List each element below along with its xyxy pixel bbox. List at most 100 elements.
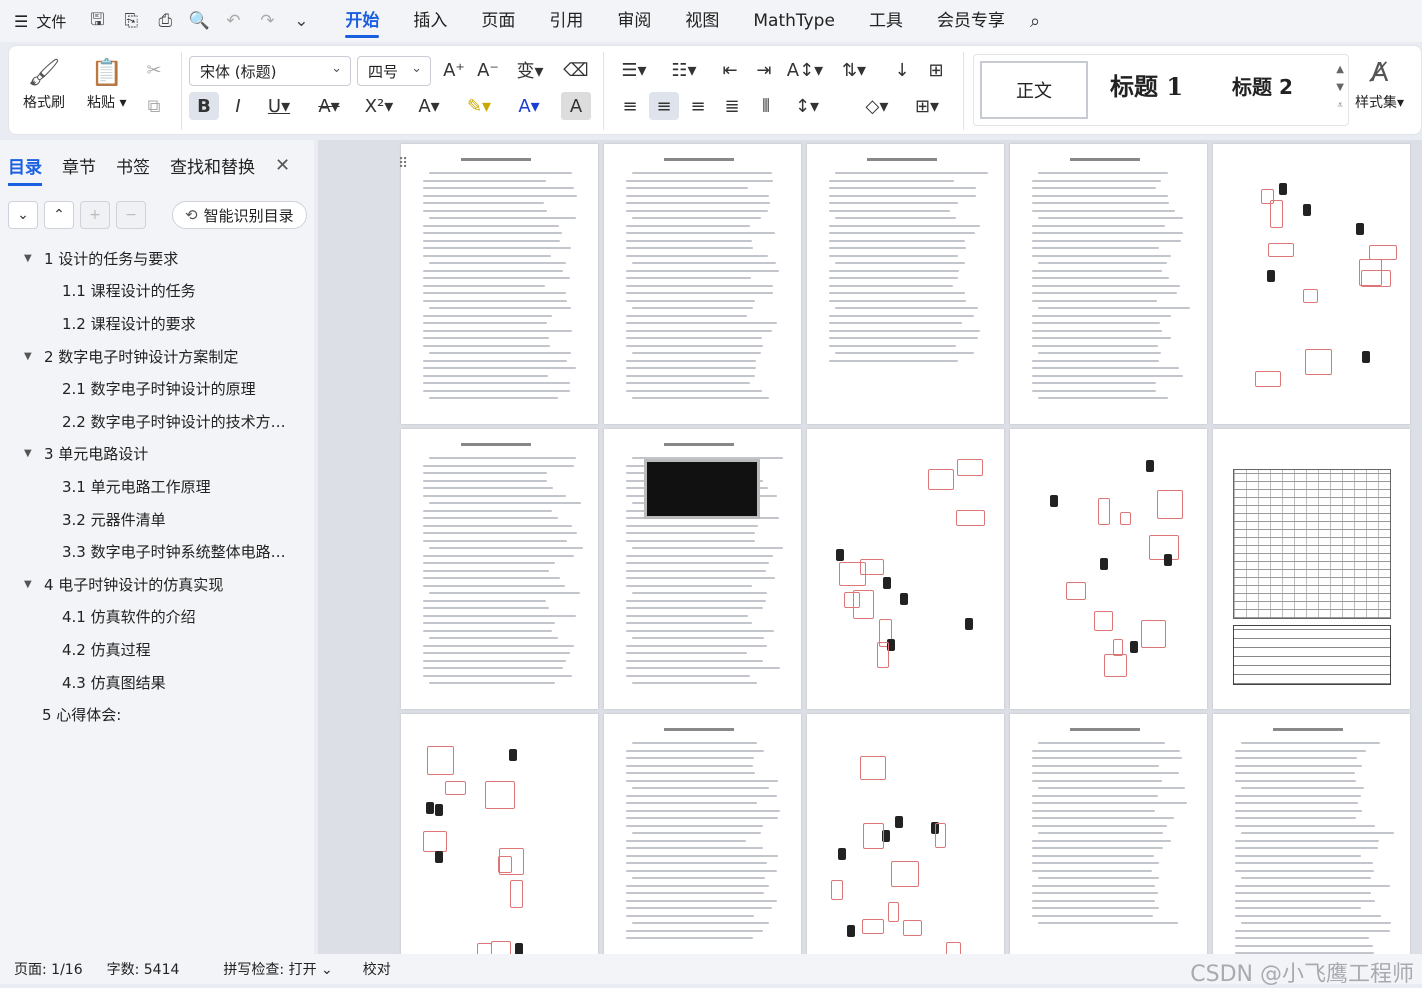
toc-item[interactable]: ▼ 3 单元电路设计 xyxy=(0,438,314,471)
toc-item[interactable]: 1.2 课程设计的要求 xyxy=(0,307,314,340)
font-color-icon[interactable]: A▾ xyxy=(509,92,549,120)
shading-icon[interactable]: ◇▾ xyxy=(857,92,897,120)
style-set-button[interactable]: A̸ 样式集▾ xyxy=(1355,54,1404,112)
toc-item[interactable]: 1.1 课程设计的任务 xyxy=(0,275,314,308)
page-thumbnail[interactable] xyxy=(604,714,801,954)
page-thumbnail[interactable] xyxy=(604,429,801,709)
justify-icon[interactable]: ≣ xyxy=(717,92,747,120)
expand-icon[interactable]: ⩡ xyxy=(1336,97,1344,115)
tab-home[interactable]: 开始 xyxy=(328,0,396,42)
page-thumbnail[interactable] xyxy=(1010,429,1207,709)
page-thumbnail[interactable] xyxy=(604,144,801,424)
tab-review[interactable]: 审阅 xyxy=(600,0,668,42)
phonetic-guide-icon[interactable]: 变▾ xyxy=(509,56,551,84)
tab-chapters[interactable]: 章节 xyxy=(62,147,96,184)
toc-item[interactable]: ▼ 2 数字电子时钟设计方案制定 xyxy=(0,340,314,373)
format-painter-button[interactable]: 🖌 格式刷 xyxy=(23,54,65,112)
show-marks-icon[interactable]: ⊞ xyxy=(921,56,951,84)
page-thumbnail[interactable] xyxy=(401,144,598,424)
word-count[interactable]: 字数: 5414 xyxy=(107,959,180,979)
cut-icon[interactable]: ✂ xyxy=(139,56,169,84)
style-heading-2[interactable]: 标题 2 xyxy=(1232,71,1293,100)
tab-reference[interactable]: 引用 xyxy=(532,0,600,42)
toc-item[interactable]: 4.1 仿真软件的介绍 xyxy=(0,601,314,634)
font-name-select[interactable]: 宋体 (标题) ⌄ xyxy=(189,56,351,86)
chevron-down-icon[interactable]: ▼ xyxy=(1336,79,1344,97)
page-thumbnail[interactable] xyxy=(1213,144,1410,424)
add-icon[interactable]: + xyxy=(80,201,110,229)
page-thumbnail[interactable] xyxy=(1010,144,1207,424)
bold-icon[interactable]: B xyxy=(189,92,219,120)
tab-tools[interactable]: 工具 xyxy=(852,0,920,42)
italic-icon[interactable]: I xyxy=(223,92,253,120)
toc-item[interactable]: 4.3 仿真图结果 xyxy=(0,666,314,699)
toc-item[interactable]: 4.2 仿真过程 xyxy=(0,633,314,666)
smart-toc-button[interactable]: ⟲ 智能识别目录 xyxy=(172,201,307,229)
text-effect-icon[interactable]: A▾ xyxy=(409,92,449,120)
toc-item[interactable]: ▼ 4 电子时钟设计的仿真实现 xyxy=(0,568,314,601)
undo-icon[interactable]: ↶ xyxy=(220,8,246,34)
text-direction-icon[interactable]: A↕▾ xyxy=(785,56,825,84)
redo-icon[interactable]: ↷ xyxy=(254,8,280,34)
shrink-font-icon[interactable]: A⁻ xyxy=(473,56,503,84)
print-icon[interactable]: ⎙ xyxy=(152,8,178,34)
tab-page[interactable]: 页面 xyxy=(464,0,532,42)
grow-font-icon[interactable]: A⁺ xyxy=(439,56,469,84)
hamburger-icon[interactable]: ☰ xyxy=(14,12,28,31)
increase-indent-icon[interactable]: ⇥ xyxy=(749,56,779,84)
drag-handle-icon[interactable]: ⠿ xyxy=(398,157,408,171)
sort-az-icon[interactable]: ↓ xyxy=(887,56,917,84)
page-thumbnail[interactable] xyxy=(401,429,598,709)
tab-view[interactable]: 视图 xyxy=(668,0,736,42)
sort-icon[interactable]: ⇅▾ xyxy=(835,56,873,84)
expand-down-icon[interactable]: ⌄ xyxy=(8,201,38,229)
tab-bookmarks[interactable]: 书签 xyxy=(116,147,150,184)
style-normal[interactable]: 正文 xyxy=(980,61,1088,119)
proofread[interactable]: 校对 xyxy=(363,959,391,979)
search-icon[interactable]: ⌕ xyxy=(1030,11,1040,32)
tab-mathtype[interactable]: MathType xyxy=(736,0,852,42)
page-count[interactable]: 页面: 1/16 xyxy=(14,959,83,979)
font-size-select[interactable]: 四号 ⌄ xyxy=(357,56,431,86)
expand-arrow-icon[interactable]: ▼ xyxy=(24,253,38,264)
line-spacing-icon[interactable]: ↕▾ xyxy=(787,92,827,120)
toc-item[interactable]: 2.2 数字电子时钟设计的技术方… xyxy=(0,405,314,438)
collapse-up-icon[interactable]: ⌃ xyxy=(44,201,74,229)
close-icon[interactable]: ✕ xyxy=(275,155,290,176)
save-icon[interactable]: 🖫 xyxy=(84,8,110,34)
char-shading-icon[interactable]: A xyxy=(561,92,591,120)
page-thumbnail[interactable] xyxy=(807,714,1004,954)
toc-item[interactable]: 3.3 数字电子时钟系统整体电路… xyxy=(0,535,314,568)
decrease-indent-icon[interactable]: ⇤ xyxy=(715,56,745,84)
file-menu[interactable]: ☰ 文件 xyxy=(14,11,66,32)
style-gallery-scroll[interactable]: ▲ ▼ ⩡ xyxy=(1336,61,1344,115)
page-thumbnail[interactable] xyxy=(807,429,1004,709)
expand-arrow-icon[interactable]: ▼ xyxy=(24,579,38,590)
distribute-icon[interactable]: ⫴ xyxy=(751,92,781,120)
copy-icon[interactable]: ⧉ xyxy=(139,92,169,120)
toc-item[interactable]: 2.1 数字电子时钟设计的原理 xyxy=(0,372,314,405)
toc-item[interactable]: 3.2 元器件清单 xyxy=(0,503,314,536)
tab-member[interactable]: 会员专享 xyxy=(920,0,1022,42)
paste-button[interactable]: 📋 粘贴 ▾ xyxy=(87,54,126,112)
format-icon[interactable]: ⎘ xyxy=(118,8,144,34)
tab-toc[interactable]: 目录 xyxy=(8,147,42,186)
remove-icon[interactable]: − xyxy=(116,201,146,229)
print-preview-icon[interactable]: 🔍 xyxy=(186,8,212,34)
page-thumbnail[interactable] xyxy=(1010,714,1207,954)
align-right-icon[interactable]: ≡ xyxy=(683,92,713,120)
tab-insert[interactable]: 插入 xyxy=(396,0,464,42)
expand-arrow-icon[interactable]: ▼ xyxy=(24,448,38,459)
border-icon[interactable]: ⊞▾ xyxy=(907,92,947,120)
page-thumbnail[interactable] xyxy=(807,144,1004,424)
underline-icon[interactable]: U▾ xyxy=(259,92,299,120)
page-thumbnail[interactable] xyxy=(1213,429,1410,709)
page-thumbnail[interactable] xyxy=(401,714,598,954)
tab-find-replace[interactable]: 查找和替换 xyxy=(170,147,255,184)
strikethrough-icon[interactable]: A▾ xyxy=(309,92,349,120)
toc-item[interactable]: 3.1 单元电路工作原理 xyxy=(0,470,314,503)
chevron-down-icon[interactable]: ⌄ xyxy=(288,8,314,34)
align-left-icon[interactable]: ≡ xyxy=(615,92,645,120)
expand-arrow-icon[interactable]: ▼ xyxy=(24,351,38,362)
chevron-up-icon[interactable]: ▲ xyxy=(1336,61,1344,79)
